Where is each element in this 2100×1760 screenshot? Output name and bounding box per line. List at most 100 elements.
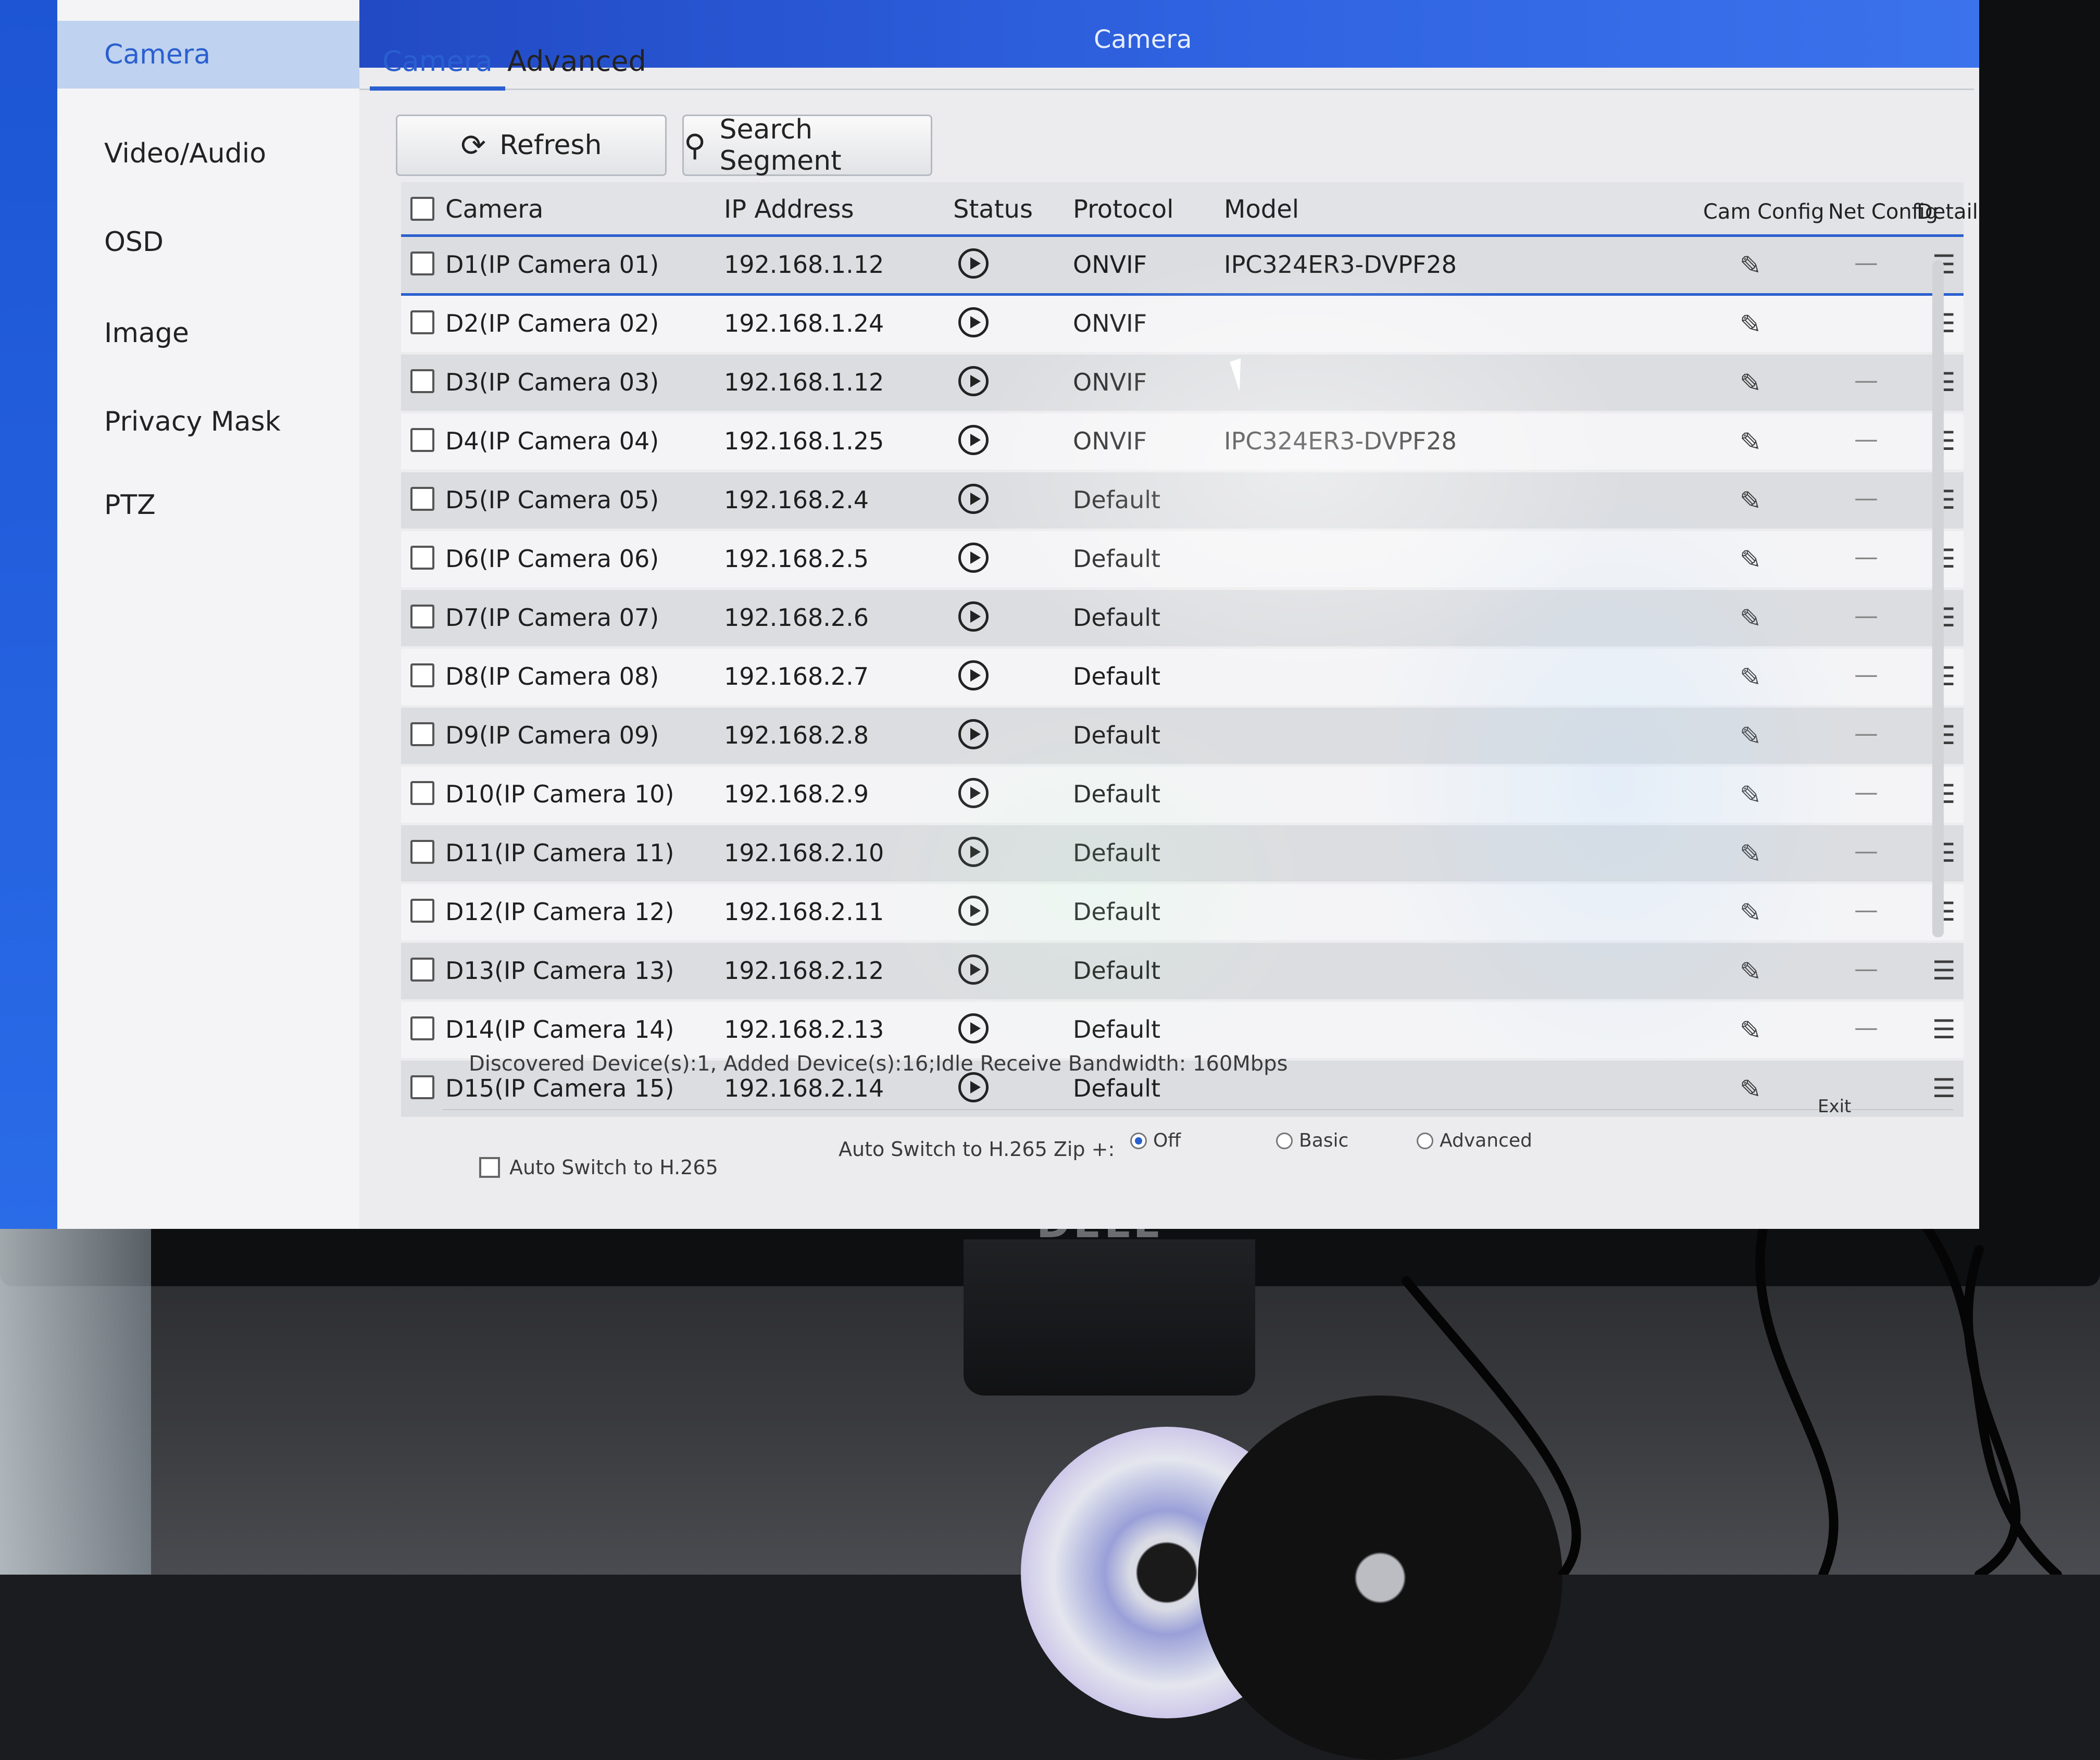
- ip-address: 192.168.1.24: [724, 309, 884, 337]
- table-row[interactable]: D8(IP Camera 08) 192.168.2.7 Default ✎ — ☰: [401, 649, 1964, 705]
- submenu-item-privacy-mask[interactable]: Privacy Mask: [57, 388, 359, 456]
- table-row[interactable]: D2(IP Camera 02) 192.168.1.24 ONVIF ✎ ☰: [401, 296, 1964, 352]
- status-play-icon[interactable]: [958, 896, 989, 926]
- camera-name: D10(IP Camera 10): [445, 780, 674, 808]
- camera-name: D11(IP Camera 11): [445, 839, 674, 867]
- row-checkbox[interactable]: [410, 958, 434, 982]
- status-play-icon[interactable]: [958, 248, 989, 279]
- row-checkbox[interactable]: [410, 663, 434, 687]
- cam-config-edit-icon[interactable]: ✎: [1740, 309, 1761, 340]
- cam-config-edit-icon[interactable]: ✎: [1740, 250, 1761, 281]
- table-row[interactable]: D1(IP Camera 01) 192.168.1.12 ONVIF IPC324E…: [401, 237, 1964, 296]
- bottle: [0, 1187, 151, 1575]
- status-play-icon[interactable]: [958, 543, 989, 573]
- status-play-icon[interactable]: [958, 1072, 989, 1102]
- row-checkbox[interactable]: [410, 310, 434, 334]
- protocol: Default: [1073, 898, 1161, 926]
- tab-advanced[interactable]: Advanced: [495, 36, 659, 86]
- submenu-item-ptz[interactable]: PTZ: [57, 471, 359, 539]
- radio-basic-dot[interactable]: [1276, 1132, 1293, 1149]
- table-row[interactable]: D12(IP Camera 12) 192.168.2.11 Default ✎ — ☰: [401, 884, 1964, 940]
- cam-config-edit-icon[interactable]: ✎: [1740, 427, 1761, 457]
- row-checkbox[interactable]: [410, 781, 434, 805]
- select-all-checkbox[interactable]: [410, 197, 434, 221]
- table-row[interactable]: D3(IP Camera 03) 192.168.1.12 ONVIF ✎ — ☰: [401, 355, 1964, 411]
- status-play-icon[interactable]: [958, 1013, 989, 1044]
- table-row[interactable]: D9(IP Camera 09) 192.168.2.8 Default ✎ — ☰: [401, 708, 1964, 764]
- row-checkbox[interactable]: [410, 605, 434, 628]
- status-play-icon[interactable]: [958, 719, 989, 749]
- row-checkbox[interactable]: [410, 722, 434, 746]
- asus-driver-disc: [1198, 1396, 1562, 1760]
- radio-off-dot[interactable]: [1130, 1132, 1147, 1149]
- search-segment-button[interactable]: ⚲ Search Segment: [682, 114, 932, 177]
- table-scrollbar[interactable]: [1932, 260, 1944, 937]
- status-play-icon[interactable]: [958, 484, 989, 514]
- status-play-icon[interactable]: [958, 601, 989, 632]
- submenu-item-image[interactable]: Image: [57, 299, 359, 367]
- status-play-icon[interactable]: [958, 954, 989, 985]
- row-checkbox[interactable]: [410, 899, 434, 923]
- radio-off[interactable]: Off: [1130, 1130, 1181, 1151]
- auto-switch-h265[interactable]: Auto Switch to H.265: [479, 1156, 718, 1179]
- table-row[interactable]: D13(IP Camera 13) 192.168.2.12 Default ✎ — ☰: [401, 943, 1964, 999]
- cam-config-edit-icon[interactable]: ✎: [1740, 839, 1761, 869]
- status-play-icon[interactable]: [958, 366, 989, 396]
- cam-config-edit-icon[interactable]: ✎: [1740, 662, 1761, 693]
- camera-name: D7(IP Camera 07): [445, 604, 659, 632]
- details-icon[interactable]: ☰: [1932, 1073, 1956, 1103]
- tab-camera[interactable]: Camera: [370, 36, 505, 91]
- model: IPC324ER3-DVPF28: [1224, 427, 1457, 455]
- submenu-item-camera[interactable]: Camera: [57, 21, 359, 89]
- cam-config-edit-icon[interactable]: ✎: [1740, 780, 1761, 810]
- radio-basic[interactable]: Basic: [1276, 1130, 1348, 1151]
- status-play-icon[interactable]: [958, 837, 989, 867]
- row-checkbox[interactable]: [410, 1075, 434, 1099]
- cam-config-edit-icon[interactable]: ✎: [1740, 898, 1761, 928]
- net-config-value: —: [1854, 896, 1878, 924]
- status-play-icon[interactable]: [958, 778, 989, 808]
- cam-config-edit-icon[interactable]: ✎: [1740, 1015, 1761, 1046]
- cam-config-edit-icon[interactable]: ✎: [1740, 957, 1761, 987]
- protocol: Default: [1073, 662, 1161, 690]
- cam-config-edit-icon[interactable]: ✎: [1740, 604, 1761, 634]
- cam-config-edit-icon[interactable]: ✎: [1740, 368, 1761, 398]
- submenu-item-osd[interactable]: OSD: [57, 208, 359, 276]
- cam-config-edit-icon[interactable]: ✎: [1740, 1074, 1761, 1104]
- status-play-icon[interactable]: [958, 307, 989, 337]
- table-row[interactable]: D5(IP Camera 05) 192.168.2.4 Default ✎ — ☰: [401, 472, 1964, 529]
- exit-button[interactable]: Exit: [1818, 1096, 1851, 1117]
- row-checkbox[interactable]: [410, 840, 434, 864]
- row-checkbox[interactable]: [410, 487, 434, 511]
- protocol: Default: [1073, 957, 1161, 985]
- row-checkbox[interactable]: [410, 369, 434, 393]
- table-row[interactable]: D10(IP Camera 10) 192.168.2.9 Default ✎ — ☰: [401, 766, 1964, 823]
- table-row[interactable]: D14(IP Camera 14) 192.168.2.13 Default ✎ — ☰: [401, 1002, 1964, 1058]
- details-icon[interactable]: ☰: [1932, 1014, 1956, 1045]
- status-play-icon[interactable]: [958, 660, 989, 690]
- table-row[interactable]: D11(IP Camera 11) 192.168.2.10 Default ✎ — ☰: [401, 825, 1964, 882]
- column-header-protocol: Protocol: [1073, 195, 1174, 224]
- refresh-button[interactable]: ⟳ Refresh: [396, 115, 667, 176]
- details-icon[interactable]: ☰: [1932, 956, 1956, 986]
- protocol: Default: [1073, 839, 1161, 867]
- row-checkbox[interactable]: [410, 1016, 434, 1040]
- row-checkbox[interactable]: [410, 428, 434, 452]
- auto-switch-checkbox[interactable]: [479, 1157, 500, 1178]
- cam-config-edit-icon[interactable]: ✎: [1740, 486, 1761, 516]
- table-row[interactable]: D4(IP Camera 04) 192.168.1.25 ONVIF IPC324E…: [401, 413, 1964, 470]
- row-checkbox[interactable]: [410, 546, 434, 570]
- camera-name: D12(IP Camera 12): [445, 898, 674, 926]
- cam-config-edit-icon[interactable]: ✎: [1740, 721, 1761, 751]
- net-config-value: —: [1854, 543, 1878, 571]
- radio-advanced[interactable]: Advanced: [1417, 1130, 1532, 1151]
- row-checkbox[interactable]: [410, 252, 434, 275]
- table-row[interactable]: D6(IP Camera 06) 192.168.2.5 Default ✎ — ☰: [401, 531, 1964, 587]
- status-play-icon[interactable]: [958, 425, 989, 455]
- net-config-value: —: [1854, 366, 1878, 394]
- submenu-item-video-audio[interactable]: Video/Audio: [57, 120, 359, 187]
- sub-menu: Camera Video/Audio OSD Image Privacy Mas…: [57, 0, 359, 1229]
- table-row[interactable]: D7(IP Camera 07) 192.168.2.6 Default ✎ — ☰: [401, 590, 1964, 646]
- radio-advanced-dot[interactable]: [1417, 1132, 1433, 1149]
- cam-config-edit-icon[interactable]: ✎: [1740, 545, 1761, 575]
